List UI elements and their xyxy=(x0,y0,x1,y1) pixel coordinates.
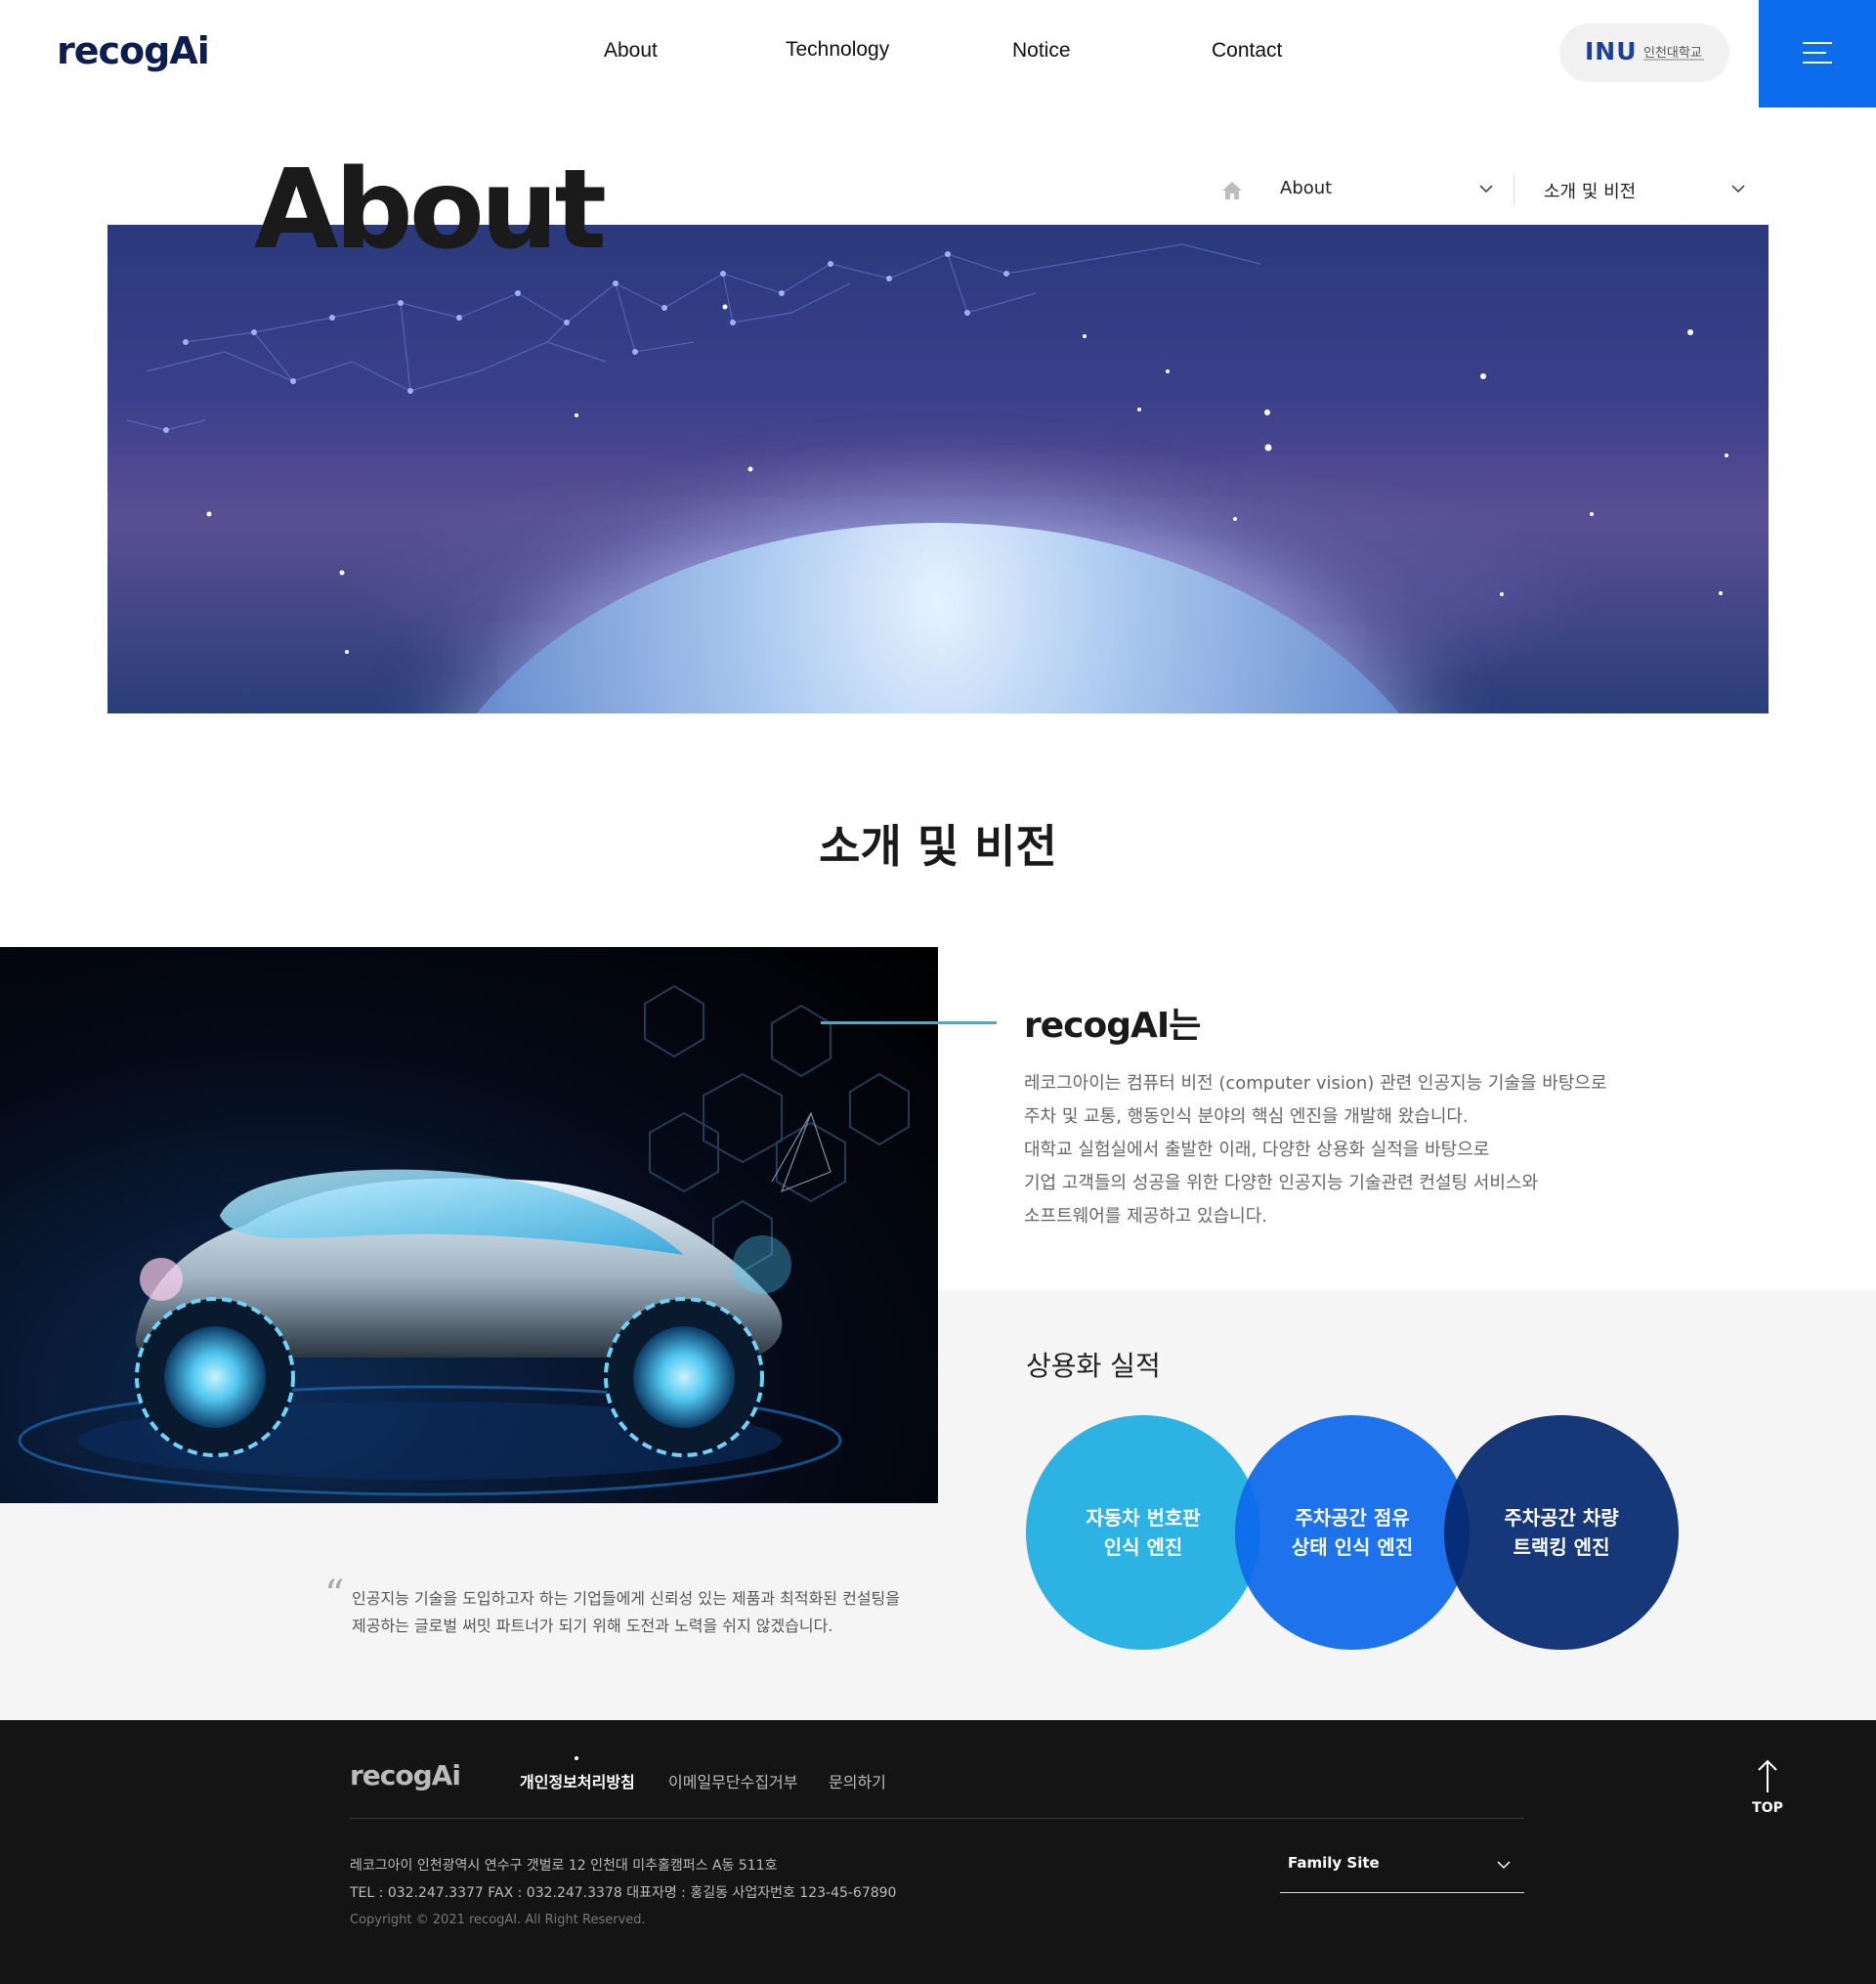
achievement-label: 주차공간 점유 상태 인식 엔진 xyxy=(1291,1506,1414,1559)
achievements-heading: 상용화 실적 xyxy=(1026,1350,1161,1382)
scroll-top-label: TOP xyxy=(1752,1800,1783,1816)
arrow-up-icon xyxy=(1758,1759,1777,1792)
future-car-image xyxy=(0,947,938,1503)
hamburger-line xyxy=(1803,62,1832,64)
chevron-down-icon xyxy=(1479,185,1493,194)
family-site-select[interactable]: Family Site xyxy=(1280,1852,1524,1893)
scroll-top-button[interactable]: TOP xyxy=(1745,1759,1790,1828)
site-footer xyxy=(0,1720,1876,1984)
chevron-down-icon xyxy=(1497,1861,1511,1870)
hamburger-line xyxy=(1803,52,1826,54)
achievement-circle-parking-occupancy: 주차공간 점유 상태 인식 엔진 xyxy=(1235,1415,1470,1650)
intro-body-line: 레코그아이는 컴퓨터 비전 (computer vision) 관련 인공지능 … xyxy=(1024,1073,1607,1094)
inu-logo-mark: INU xyxy=(1585,37,1638,65)
footer-link-inquiry[interactable]: 문의하기 xyxy=(829,1769,886,1792)
partner-university-badge[interactable]: INU 인천대학교 xyxy=(1559,23,1729,82)
page-title: About xyxy=(254,147,607,274)
nav-item-technology[interactable]: Technology xyxy=(786,38,889,62)
quote-line: 제공하는 글로벌 써밋 파트너가 되기 위해 도전과 노력을 쉬지 않겠습니다. xyxy=(352,1617,833,1635)
inu-logo-underline xyxy=(1643,59,1704,61)
achievement-label: 주차공간 차량 트랙킹 엔진 xyxy=(1504,1506,1619,1559)
family-site-label: Family Site xyxy=(1288,1854,1380,1872)
achievement-circle-vehicle-tracking: 주차공간 차량 트랙킹 엔진 xyxy=(1444,1415,1679,1650)
intro-body-line: 소프트웨어를 제공하고 있습니다. xyxy=(1024,1206,1268,1227)
footer-link-privacy[interactable]: 개인정보처리방침 xyxy=(520,1769,635,1792)
intro-body: 레코그아이는 컴퓨터 비전 (computer vision) 관련 인공지능 … xyxy=(1024,1067,1708,1233)
footer-link-email-refusal[interactable]: 이메일무단수집거부 xyxy=(668,1769,797,1792)
intro-body-line: 주차 및 교통, 행동인식 분야의 핵심 엔진을 개발해 왔습니다. xyxy=(1024,1106,1469,1127)
company-address: 레코그아이 인천광역시 연수구 갯벌로 12 인천대 미추홀캠퍼스 A동 511… xyxy=(350,1858,778,1874)
nav-item-contact[interactable]: Contact xyxy=(1212,39,1282,63)
vision-quote: 인공지능 기술을 도입하고자 하는 기업들에게 신뢰성 있는 제품과 최적화된 … xyxy=(352,1585,900,1640)
accent-line xyxy=(821,1021,997,1024)
home-icon[interactable] xyxy=(1221,181,1243,200)
copyright-text: Copyright © 2021 recogAI. All Right Rese… xyxy=(350,1913,646,1927)
nav-item-notice[interactable]: Notice xyxy=(1012,39,1071,63)
achievement-circle-license-plate: 자동차 번호판 인식 엔진 xyxy=(1026,1415,1260,1650)
hamburger-menu-button[interactable] xyxy=(1759,0,1876,108)
intro-body-line: 대학교 실험실에서 출발한 이래, 다양한 상용화 실적을 바탕으로 xyxy=(1024,1140,1490,1160)
breadcrumb-level2-select[interactable]: 소개 및 비전 xyxy=(1544,178,1636,203)
intro-heading: recogAI는 xyxy=(1024,1006,1201,1046)
footer-divider xyxy=(350,1818,1524,1819)
site-header: recogAi About Technology Notice Contact … xyxy=(0,0,1876,108)
quote-line: 인공지능 기술을 도입하고자 하는 기업들에게 신뢰성 있는 제품과 최적화된 … xyxy=(352,1589,900,1608)
chevron-down-icon xyxy=(1731,185,1745,194)
company-contact-info: TEL : 032.247.3377 FAX : 032.247.3378 대표… xyxy=(350,1885,897,1901)
future-car-illustration xyxy=(18,984,910,1496)
footer-logo[interactable]: recogAi xyxy=(350,1759,461,1791)
breadcrumb-level1-select[interactable]: About xyxy=(1280,178,1332,198)
site-logo[interactable]: recogAi xyxy=(57,29,210,72)
logo-text: recogAi xyxy=(57,29,210,72)
nav-item-about[interactable]: About xyxy=(604,39,658,63)
quote-icon: “ xyxy=(324,1573,345,1617)
section-title: 소개 및 비전 xyxy=(819,820,1057,873)
active-link-dot xyxy=(575,1756,578,1760)
intro-body-line: 기업 고객들의 성공을 위한 다양한 인공지능 기술관련 컨설팅 서비스와 xyxy=(1024,1173,1539,1193)
achievement-label: 자동차 번호판 인식 엔진 xyxy=(1086,1506,1201,1559)
hero-banner-image xyxy=(107,225,1769,713)
hamburger-menu-icon xyxy=(1803,42,1832,44)
